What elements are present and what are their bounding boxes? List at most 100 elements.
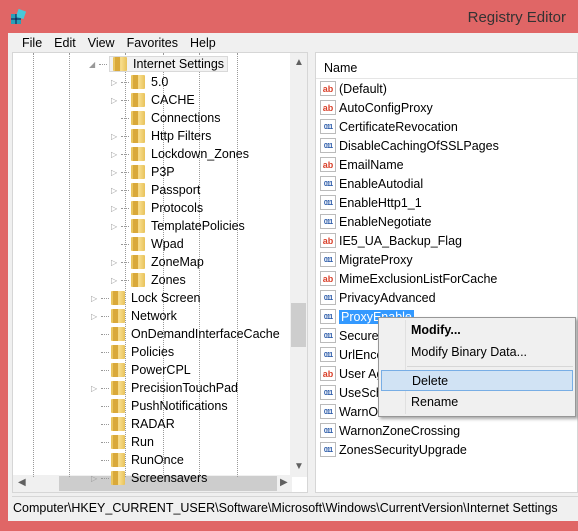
tree-item[interactable]: ▷ Screensavers (91, 469, 208, 487)
binary-value-icon: 011 (320, 214, 336, 229)
tree-item[interactable]: ▷ Protocols (111, 199, 203, 217)
menu-item-delete[interactable]: Delete (381, 370, 573, 391)
tree-vertical-scrollbar[interactable]: ▲ ▼ (290, 53, 307, 477)
binary-value-icon: 011 (320, 347, 336, 362)
expand-arrow-icon[interactable]: ▷ (111, 78, 117, 87)
list-item[interactable]: 011 WarnonZoneCrossing (320, 421, 460, 440)
tree-item[interactable]: RADAR (101, 415, 175, 433)
tree-item[interactable]: ▷ ZoneMap (111, 253, 204, 271)
list-item[interactable]: 011 MigrateProxy (320, 250, 413, 269)
tree-connector (101, 298, 109, 299)
tree-connector (121, 100, 129, 101)
menu-file[interactable]: File (16, 36, 48, 50)
tree-connector (101, 370, 109, 371)
tree-item[interactable]: ▷ Lockdown_Zones (111, 145, 249, 163)
expand-arrow-icon[interactable]: ▷ (111, 186, 117, 195)
menu-favorites[interactable]: Favorites (121, 36, 184, 50)
list-item[interactable]: 011 CertificateRevocation (320, 117, 458, 136)
menu-edit[interactable]: Edit (48, 36, 82, 50)
list-item[interactable]: ab AutoConfigProxy (320, 98, 433, 117)
tree-item-internet-settings[interactable]: ◢ Internet Settings (89, 55, 229, 73)
scroll-left-icon[interactable]: ◀ (18, 477, 26, 488)
menu-help[interactable]: Help (184, 36, 222, 50)
expand-arrow-icon[interactable]: ▷ (111, 258, 117, 267)
value-name: CertificateRevocation (339, 119, 458, 134)
list-item[interactable]: 011 EnableAutodial (320, 174, 423, 193)
list-item[interactable]: 011 DisableCachingOfSSLPages (320, 136, 499, 155)
expand-arrow-icon[interactable]: ▷ (91, 474, 97, 483)
tree-item[interactable]: ▷ PrecisionTouchPad (91, 379, 238, 397)
tree-connector (121, 226, 129, 227)
tree-item[interactable]: RunOnce (101, 451, 184, 469)
folder-icon (111, 363, 125, 377)
list-item[interactable]: 011 EnableHttp1_1 (320, 193, 422, 212)
tree-item[interactable]: ▷ CACHE (111, 91, 195, 109)
value-name: PrivacyAdvanced (339, 290, 436, 305)
list-item[interactable]: 011 ZonesSecurityUpgrade (320, 440, 467, 459)
tree-item[interactable]: ▷ Passport (111, 181, 200, 199)
tree-item-body: RADAR (111, 417, 175, 431)
value-name: ZonesSecurityUpgrade (339, 442, 467, 457)
list-item[interactable]: 011 EnableNegotiate (320, 212, 431, 231)
tree-connector (121, 190, 129, 191)
scroll-up-icon[interactable]: ▲ (294, 57, 304, 68)
tree-item[interactable]: ▷ Network (91, 307, 177, 325)
tree-item-body: Connections (131, 111, 221, 125)
registry-tree[interactable]: ▲ ▼ ◀ ▶ ◢ Internet Settings ▷ 5.0 ▷ CACHE Conn… (12, 52, 308, 493)
tree-connector (121, 82, 129, 83)
list-item[interactable]: ab (Default) (320, 79, 387, 98)
value-name: AutoConfigProxy (339, 100, 433, 115)
collapse-arrow-icon[interactable]: ◢ (89, 60, 95, 69)
tree-item[interactable]: ▷ Zones (111, 271, 186, 289)
tree-item[interactable]: OnDemandInterfaceCache (101, 325, 280, 343)
list-item[interactable]: 011 PrivacyAdvanced (320, 288, 436, 307)
tree-item-label: Network (131, 309, 177, 323)
column-header-name[interactable]: Name (316, 53, 577, 79)
folder-icon (131, 93, 145, 107)
tree-item[interactable]: ▷ TemplatePolicies (111, 217, 245, 235)
expand-arrow-icon[interactable]: ▷ (111, 276, 117, 285)
scroll-right-icon[interactable]: ▶ (280, 477, 288, 488)
list-item[interactable]: ab MimeExclusionListForCache (320, 269, 497, 288)
value-name: EmailName (339, 157, 404, 172)
tree-item[interactable]: PowerCPL (101, 361, 191, 379)
menu-item-modify-binary-data[interactable]: Modify Binary Data... (381, 342, 573, 363)
expand-arrow-icon[interactable]: ▷ (91, 384, 97, 393)
tree-item[interactable]: ▷ 5.0 (111, 73, 168, 91)
expand-arrow-icon[interactable]: ▷ (111, 222, 117, 231)
tree-connector (101, 316, 109, 317)
values-list[interactable]: Name ab (Default) ab AutoConfigProxy 011 Cert… (315, 52, 578, 493)
list-item[interactable]: ab EmailName (320, 155, 404, 174)
tree-connector (101, 352, 109, 353)
tree-item[interactable]: Policies (101, 343, 174, 361)
scroll-thumb[interactable] (291, 303, 306, 347)
expand-arrow-icon[interactable]: ▷ (111, 204, 117, 213)
expand-arrow-icon[interactable]: ▷ (91, 312, 97, 321)
tree-item[interactable]: ▷ Http Filters (111, 127, 211, 145)
menu-item-modify[interactable]: Modify... (381, 320, 573, 341)
expand-arrow-icon[interactable]: ▷ (111, 96, 117, 105)
tree-item-body: Lock Screen (111, 291, 200, 305)
tree-item[interactable]: ▷ P3P (111, 163, 175, 181)
tree-item[interactable]: PushNotifications (101, 397, 228, 415)
menu-view[interactable]: View (82, 36, 121, 50)
menu-item-rename[interactable]: Rename (381, 392, 573, 413)
folder-icon (111, 291, 125, 305)
tree-connector (121, 172, 129, 173)
expand-arrow-icon[interactable]: ▷ (91, 294, 97, 303)
scroll-down-icon[interactable]: ▼ (294, 461, 304, 472)
binary-value-icon: 011 (320, 195, 336, 210)
folder-icon (131, 165, 145, 179)
tree-connector (121, 208, 129, 209)
expand-arrow-icon[interactable]: ▷ (111, 150, 117, 159)
tree-item[interactable]: Wpad (121, 235, 184, 253)
tree-item[interactable]: Run (101, 433, 154, 451)
tree-item[interactable]: ▷ Lock Screen (91, 289, 200, 307)
expand-arrow-icon[interactable]: ▷ (111, 132, 117, 141)
tree-item[interactable]: Connections (121, 109, 221, 127)
tree-item-label: Screensavers (131, 471, 208, 485)
expand-arrow-icon[interactable]: ▷ (111, 168, 117, 177)
tree-connector (101, 334, 109, 335)
list-item[interactable]: ab IE5_UA_Backup_Flag (320, 231, 462, 250)
tree-connector (121, 244, 129, 245)
